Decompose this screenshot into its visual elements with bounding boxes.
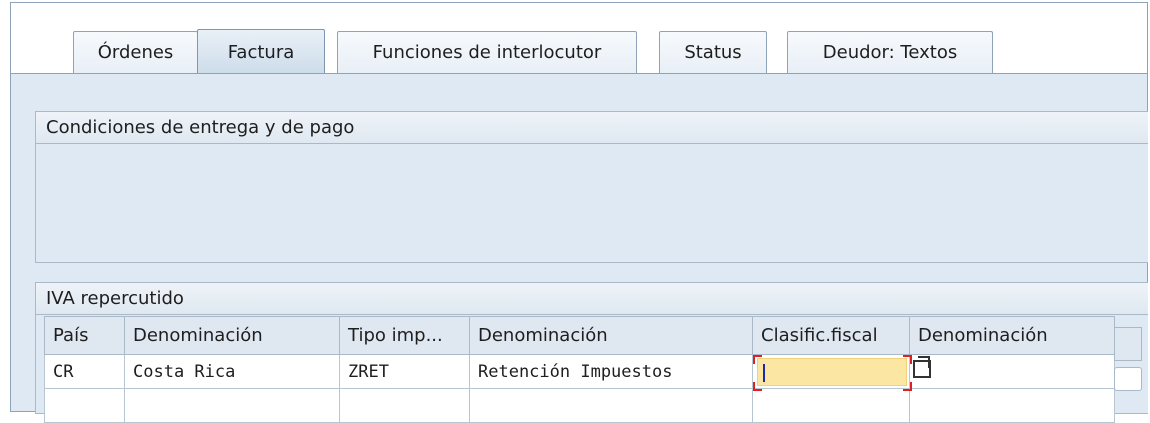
tab-deudor-textos[interactable]: Deudor: Textos <box>787 31 993 73</box>
table-header-row: País Denominación Tipo imp... Denominaci… <box>44 316 1115 355</box>
tab-status[interactable]: Status <box>659 31 767 73</box>
tab-funciones-interlocutor[interactable]: Funciones de interlocutor <box>337 31 637 73</box>
value-help-icon[interactable] <box>913 356 931 378</box>
column-header-denominacion-3[interactable]: Denominación <box>909 316 1115 355</box>
focus-corner <box>753 382 762 391</box>
delivery-payment-group: Condiciones de entrega y de pago <box>35 111 1148 263</box>
empty-cell <box>44 388 125 423</box>
text-cursor <box>763 364 765 382</box>
table-row <box>44 388 1115 423</box>
tab-label: Funciones de interlocutor <box>372 42 602 63</box>
cell-tipo: ZRET <box>339 354 470 389</box>
empty-cell <box>124 388 340 423</box>
focus-corner <box>903 382 912 391</box>
column-header-denominacion[interactable]: Denominación <box>124 316 340 355</box>
group-title: IVA repercutido <box>36 283 1148 315</box>
clasif-fiscal-input[interactable] <box>757 358 907 386</box>
tab-ordenes[interactable]: Órdenes <box>73 31 198 73</box>
tab-label: Deudor: Textos <box>822 42 958 63</box>
group-title: Condiciones de entrega y de pago <box>36 112 1148 144</box>
cell-clasif-fiscal <box>752 354 931 391</box>
tab-label: Órdenes <box>97 42 174 63</box>
tab-label: Factura <box>227 41 295 63</box>
focus-corner <box>903 355 912 364</box>
cell-pais: CR <box>44 354 125 389</box>
row-selector[interactable] <box>1114 367 1142 391</box>
tax-group: IVA repercutido País Denominación Tipo i… <box>35 282 1148 423</box>
column-header-denominacion-2[interactable]: Denominación <box>469 316 753 355</box>
tab-divider <box>11 73 1147 74</box>
tax-table: País Denominación Tipo imp... Denominaci… <box>44 316 1115 423</box>
empty-cell <box>339 388 470 423</box>
tab-label: Status <box>684 42 742 63</box>
cell-denominacion-3 <box>909 354 1115 389</box>
cell-denominacion: Costa Rica <box>124 354 340 389</box>
empty-cell <box>752 388 910 423</box>
focus-corner <box>753 355 762 364</box>
tabstrip-frame: Órdenes Factura Funciones de interlocuto… <box>10 2 1148 423</box>
cell-denominacion-2: Retención Impuestos <box>469 354 753 389</box>
tab-bar: Órdenes Factura Funciones de interlocuto… <box>11 3 1147 74</box>
empty-cell <box>469 388 753 423</box>
column-header-tipo-imp[interactable]: Tipo imp... <box>339 316 470 355</box>
column-selector[interactable] <box>1114 327 1142 361</box>
table-row: CR Costa Rica ZRET Retención Impuestos <box>44 354 1115 391</box>
empty-cell <box>909 388 1115 423</box>
column-header-pais[interactable]: País <box>44 316 125 355</box>
column-header-clasif-fiscal[interactable]: Clasific.fiscal <box>752 316 910 355</box>
tab-factura[interactable]: Factura <box>197 29 325 74</box>
